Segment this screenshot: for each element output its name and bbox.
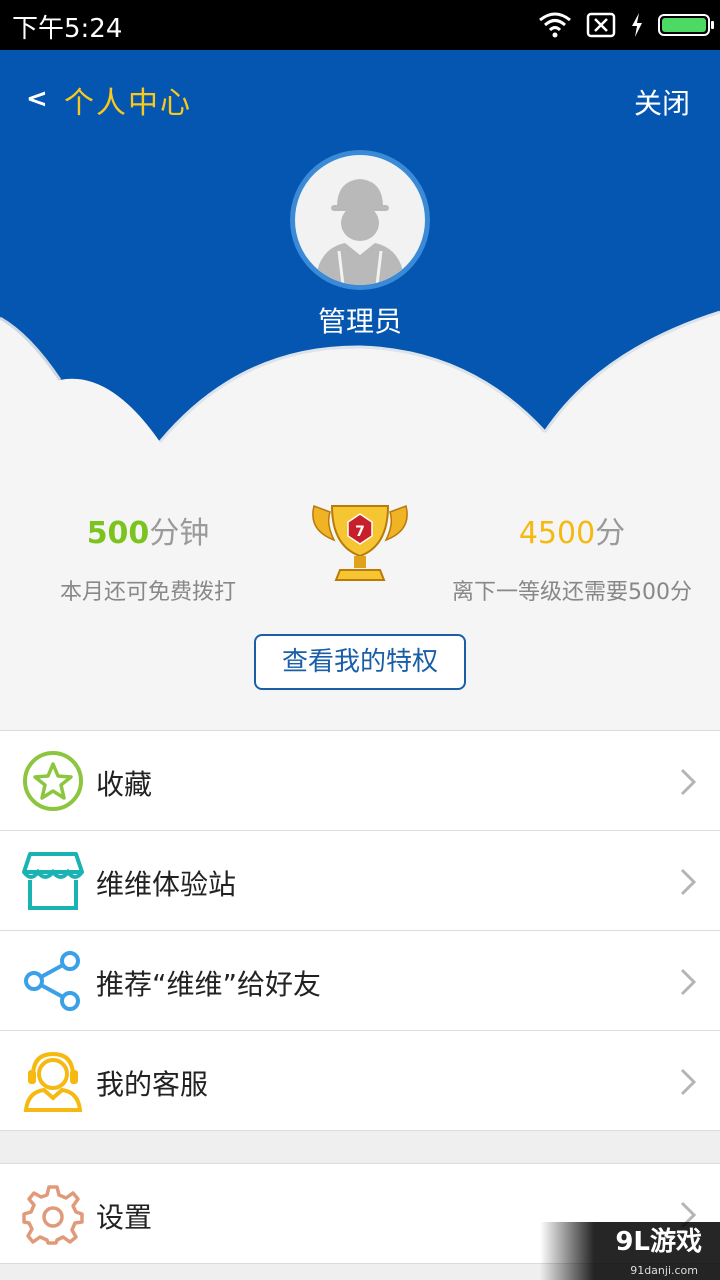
chevron-right-icon (680, 768, 697, 796)
menu-item-label: 我的客服 (96, 1068, 209, 1101)
menu-item-label: 设置 (96, 1201, 153, 1234)
customer-service-icon (23, 1051, 83, 1112)
watermark-site: 91danji.com (630, 1264, 698, 1277)
chevron-right-icon (680, 968, 697, 996)
minutes-unit: 分钟 (149, 516, 210, 551)
star-icon (23, 751, 83, 811)
close-button[interactable]: 关闭 (634, 82, 690, 122)
points-caption: 离下一等级还需要500分 (452, 580, 692, 605)
chevron-right-icon (680, 1068, 697, 1096)
wifi-icon (539, 12, 571, 38)
chevron-right-icon (680, 868, 697, 896)
username: 管理员 (317, 305, 402, 338)
profile-header: < 个人中心 关闭 管理员 500分钟 本月还可免费拨打 7 4500分 离下一… (0, 50, 720, 730)
watermark-brand: 9L游戏 (615, 1227, 702, 1257)
points-stat: 4500分 离下一等级还需要500分 (430, 508, 714, 606)
view-privileges-button[interactable]: 查看我的特权 (254, 634, 466, 690)
menu-item-recommend[interactable]: 推荐“维维”给好友 (0, 931, 720, 1031)
back-button[interactable]: < (26, 84, 48, 114)
menu-item-customer-service[interactable]: 我的客服 (0, 1031, 720, 1131)
avatar[interactable] (290, 150, 430, 290)
menu-item-label: 收藏 (96, 768, 153, 801)
status-bar: 下午5:24 (0, 0, 720, 50)
points-unit: 分 (595, 516, 626, 551)
gear-icon (22, 1185, 84, 1245)
watermark: 9L游戏 91danji.com (540, 1222, 720, 1280)
free-minutes-stat: 500分钟 本月还可免费拨打 (40, 508, 256, 606)
menu-item-label: 推荐“维维”给好友 (96, 968, 322, 1001)
section-divider (0, 1131, 720, 1164)
menu-item-favorites[interactable]: 收藏 (0, 731, 720, 831)
shop-icon (22, 852, 84, 910)
status-time: 下午5:24 (12, 14, 123, 44)
menu-item-experience-station[interactable]: 维维体验站 (0, 831, 720, 931)
charging-icon (632, 13, 642, 37)
minutes-value: 500 (86, 516, 150, 551)
menu-list: 收藏 维维体验站 推荐“维维”给好友 我的客服 设置 (0, 730, 720, 1264)
share-icon (24, 951, 80, 1011)
points-value: 4500 (518, 516, 596, 551)
menu-item-label: 维维体验站 (96, 868, 237, 901)
worker-avatar-icon (315, 179, 405, 285)
status-icons (538, 10, 714, 40)
trophy-icon: 7 (312, 505, 408, 581)
page-title: 个人中心 (64, 86, 192, 121)
minutes-caption: 本月还可免费拨打 (59, 580, 236, 605)
no-sim-icon (586, 12, 616, 38)
level-badge: 7 (355, 524, 365, 540)
battery-icon (658, 14, 714, 36)
